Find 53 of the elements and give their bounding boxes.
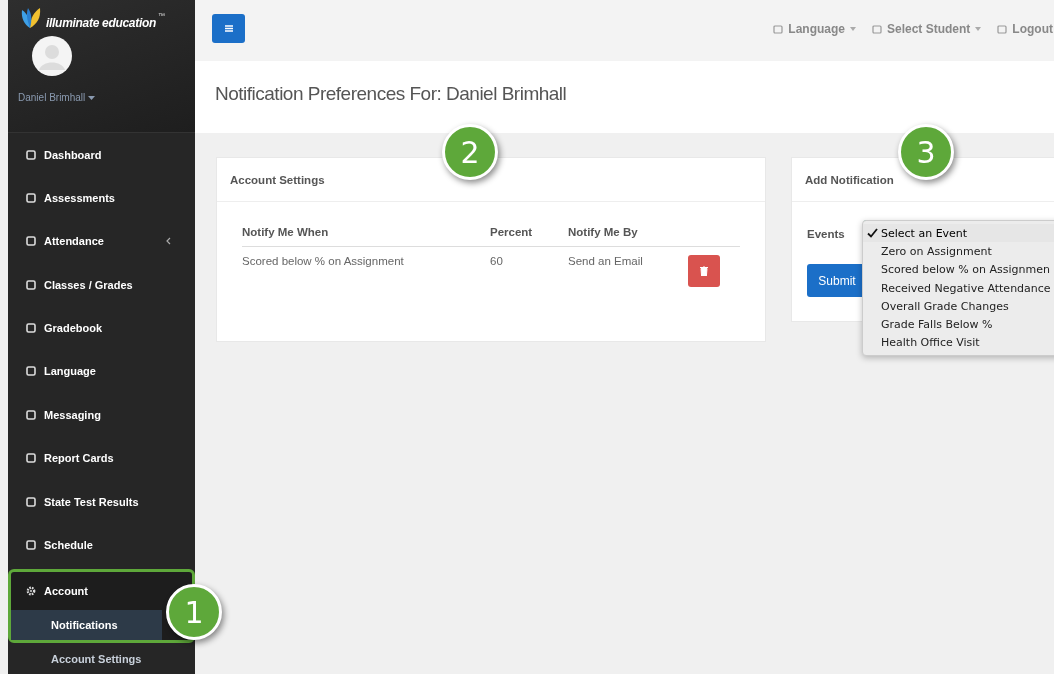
- nav-icon: [26, 366, 36, 377]
- avatar-icon: [32, 36, 72, 76]
- link-icon: [773, 24, 784, 34]
- nav-item[interactable]: Messaging: [8, 393, 195, 437]
- nav-item[interactable]: State Test Results: [8, 479, 195, 524]
- nav-item[interactable]: Classes / Grades: [8, 263, 195, 307]
- nav-icon: [26, 279, 36, 290]
- nav-item[interactable]: Account: [11, 571, 162, 610]
- user-menu[interactable]: Daniel Brimhall: [18, 92, 96, 103]
- dropdown-option[interactable]: Zero on Assignment: [863, 242, 1054, 261]
- dropdown-option[interactable]: Grade Falls Below %: [863, 315, 1054, 334]
- callout-badge: 1: [166, 584, 222, 640]
- trash-icon: [700, 266, 708, 276]
- column-header: Notify Me By: [568, 220, 688, 247]
- nav-item[interactable]: Attendance: [8, 219, 195, 264]
- table-cell: Scored below % on Assignment: [242, 246, 490, 295]
- nav-item[interactable]: Report Cards: [8, 436, 195, 480]
- page-title: Notification Preferences For: Daniel Brimhall: [215, 83, 568, 105]
- dropdown-option[interactable]: Health Office Visit: [863, 333, 1054, 353]
- nav-icon: [26, 409, 36, 420]
- delete-button[interactable]: [688, 255, 720, 287]
- menu-button[interactable]: [212, 14, 245, 43]
- nav-item[interactable]: Language: [8, 349, 195, 394]
- nav-item[interactable]: Gradebook: [8, 306, 195, 350]
- dropdown-option[interactable]: Select an Event: [863, 224, 1054, 243]
- nav-item[interactable]: Assessments: [8, 176, 195, 220]
- nav-icon: [26, 496, 36, 507]
- nav-icon: [26, 453, 36, 464]
- table-cell: Send an Email: [568, 246, 688, 295]
- menu-icon: [224, 25, 233, 32]
- nav-icon: [26, 193, 36, 204]
- submenu-item[interactable]: Account Settings: [8, 644, 195, 674]
- dropdown-option[interactable]: Overall Grade Changes: [863, 297, 1054, 316]
- table-cell: 60: [490, 246, 568, 295]
- check-icon: [866, 228, 878, 239]
- nav-icon: [26, 539, 36, 550]
- nav-item[interactable]: Dashboard: [8, 133, 195, 177]
- caret-icon: [850, 27, 856, 31]
- column-header: Notify Me When: [242, 220, 490, 247]
- chevron-left-icon: [166, 237, 171, 246]
- column-header: Percent: [490, 220, 568, 247]
- gear-icon: [26, 585, 36, 596]
- nav-icon: [26, 149, 36, 160]
- submenu-item[interactable]: Notifications: [11, 609, 162, 640]
- nav-item[interactable]: Schedule: [8, 523, 195, 567]
- link-icon: [872, 24, 882, 34]
- caret-icon: [975, 27, 982, 31]
- caret-icon: [88, 95, 96, 100]
- nav-icon: [26, 236, 36, 247]
- link-icon: [997, 24, 1008, 34]
- events-label: Events: [807, 228, 845, 240]
- nav-icon: [26, 323, 36, 334]
- logo-text: illuminate education: [46, 16, 157, 30]
